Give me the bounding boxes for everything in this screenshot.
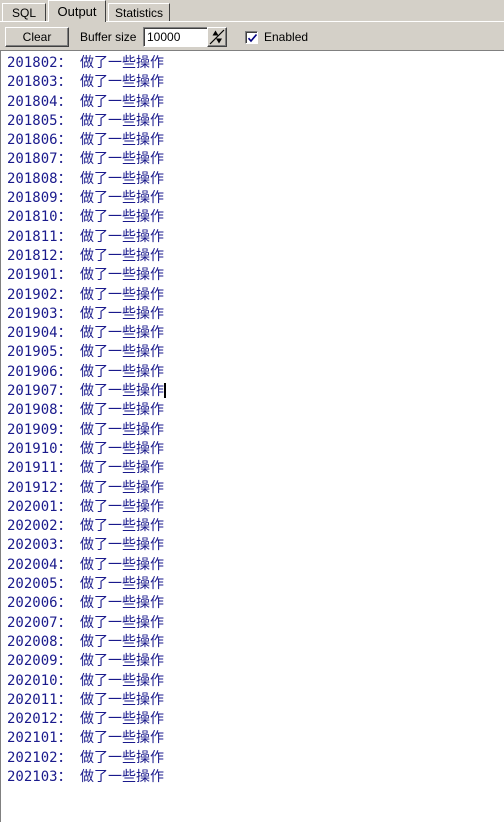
output-line: 202003： 做了一些操作 (7, 536, 504, 555)
output-line-text: 201807： 做了一些操作 (7, 151, 165, 168)
output-line-text: 202012： 做了一些操作 (7, 711, 165, 728)
output-line: 201809： 做了一些操作 (7, 189, 504, 208)
output-line-text: 202001： 做了一些操作 (7, 498, 165, 515)
output-line-text: 202011： 做了一些操作 (7, 691, 165, 708)
enabled-checkbox[interactable]: Enabled (245, 29, 308, 45)
output-line: 202001： 做了一些操作 (7, 498, 504, 517)
buffer-size-spinner (143, 27, 227, 47)
output-line-text: 201904： 做了一些操作 (7, 325, 165, 342)
output-line: 202004： 做了一些操作 (7, 556, 504, 575)
output-line: 201804： 做了一些操作 (7, 93, 504, 112)
output-line: 202102： 做了一些操作 (7, 749, 504, 768)
output-line: 202010： 做了一些操作 (7, 672, 504, 691)
output-line: 201906： 做了一些操作 (7, 363, 504, 382)
output-line: 202007： 做了一些操作 (7, 614, 504, 633)
output-line-text: 201903： 做了一些操作 (7, 305, 165, 322)
output-line: 202103： 做了一些操作 (7, 768, 504, 787)
output-line: 201908： 做了一些操作 (7, 401, 504, 420)
output-line-text: 202006： 做了一些操作 (7, 595, 165, 612)
output-line: 202011： 做了一些操作 (7, 691, 504, 710)
check-mark-icon (247, 33, 258, 42)
output-line-text: 202010： 做了一些操作 (7, 672, 165, 689)
output-text-area[interactable]: 201802： 做了一些操作 201803： 做了一些操作 201804： 做了一些… (0, 50, 504, 822)
output-line: 201811： 做了一些操作 (7, 228, 504, 247)
output-line-text: 202009： 做了一些操作 (7, 653, 165, 670)
clear-button[interactable]: Clear (5, 27, 69, 47)
output-line: 201912： 做了一些操作 (7, 479, 504, 498)
output-line: 201911： 做了一些操作 (7, 459, 504, 478)
output-line-text: 201908： 做了一些操作 (7, 402, 165, 419)
tab-strip: SQL Output Statistics (0, 0, 504, 22)
output-line: 201907： 做了一些操作 (7, 382, 504, 401)
tab-statistics[interactable]: Statistics (108, 3, 170, 22)
output-line-text: 202101： 做了一些操作 (7, 730, 165, 747)
output-line-text: 201905： 做了一些操作 (7, 344, 165, 361)
output-line-text: 201910： 做了一些操作 (7, 440, 165, 457)
output-line: 201902： 做了一些操作 (7, 286, 504, 305)
output-line-text: 202103： 做了一些操作 (7, 768, 165, 785)
output-line-text: 201806： 做了一些操作 (7, 132, 165, 149)
output-line-text: 202003： 做了一些操作 (7, 537, 165, 554)
output-line-text: 201802： 做了一些操作 (7, 55, 165, 71)
output-line-text: 202007： 做了一些操作 (7, 614, 165, 631)
output-line-text: 201911： 做了一些操作 (7, 460, 165, 477)
output-line: 201909： 做了一些操作 (7, 421, 504, 440)
output-line-text: 201812： 做了一些操作 (7, 247, 165, 264)
output-line: 201904： 做了一些操作 (7, 324, 504, 343)
output-line-text: 201805： 做了一些操作 (7, 112, 165, 129)
output-line: 201903： 做了一些操作 (7, 305, 504, 324)
output-line-text: 201909： 做了一些操作 (7, 421, 165, 438)
output-line-text: 201901： 做了一些操作 (7, 267, 165, 284)
output-line: 201807： 做了一些操作 (7, 150, 504, 169)
output-line-text: 201808： 做了一些操作 (7, 170, 165, 187)
output-line: 201805： 做了一些操作 (7, 112, 504, 131)
spinner-arrows-icon (209, 29, 225, 45)
output-line: 201803： 做了一些操作 (7, 73, 504, 92)
output-line: 201901： 做了一些操作 (7, 266, 504, 285)
output-line: 202008： 做了一些操作 (7, 633, 504, 652)
output-line: 201812： 做了一些操作 (7, 247, 504, 266)
output-line: 201806： 做了一些操作 (7, 131, 504, 150)
output-line-text: 201902： 做了一些操作 (7, 286, 165, 303)
output-panel: SQL Output Statistics Clear Buffer size … (0, 0, 504, 822)
output-line-text: 201811： 做了一些操作 (7, 228, 165, 245)
spinner-buttons[interactable] (207, 27, 227, 47)
output-line: 201802： 做了一些操作 (7, 54, 504, 73)
output-line: 201808： 做了一些操作 (7, 170, 504, 189)
text-caret (164, 383, 167, 399)
tab-output[interactable]: Output (48, 0, 106, 22)
output-line-text: 202004： 做了一些操作 (7, 556, 165, 573)
output-line: 201810： 做了一些操作 (7, 208, 504, 227)
buffer-size-label: Buffer size (80, 30, 137, 44)
output-line: 201905： 做了一些操作 (7, 343, 504, 362)
output-line-text: 201810： 做了一些操作 (7, 209, 165, 226)
output-line-text: 201809： 做了一些操作 (7, 190, 165, 207)
output-line: 201910： 做了一些操作 (7, 440, 504, 459)
output-line-text: 202102： 做了一些操作 (7, 749, 165, 766)
output-line: 202006： 做了一些操作 (7, 594, 504, 613)
checkbox-box[interactable] (245, 30, 258, 44)
buffer-size-input[interactable] (143, 27, 209, 47)
output-line-list: 201802： 做了一些操作 201803： 做了一些操作 201804： 做了一些… (1, 51, 504, 787)
output-line: 202009： 做了一些操作 (7, 652, 504, 671)
output-line: 202012： 做了一些操作 (7, 710, 504, 729)
output-line-text: 201804： 做了一些操作 (7, 93, 165, 110)
output-line-text: 201906： 做了一些操作 (7, 363, 165, 380)
output-line-text: 201907： 做了一些操作 (7, 383, 165, 400)
tab-sql[interactable]: SQL (2, 3, 46, 22)
output-line-text: 202005： 做了一些操作 (7, 576, 165, 593)
enabled-checkbox-label: Enabled (264, 30, 309, 44)
output-line-text: 202002： 做了一些操作 (7, 518, 165, 535)
output-line: 202005： 做了一些操作 (7, 575, 504, 594)
output-line-text: 201803： 做了一些操作 (7, 74, 165, 91)
output-line: 202101： 做了一些操作 (7, 729, 504, 748)
output-line-text: 202008： 做了一些操作 (7, 633, 165, 650)
output-line: 202002： 做了一些操作 (7, 517, 504, 536)
output-line-text: 201912： 做了一些操作 (7, 479, 165, 496)
